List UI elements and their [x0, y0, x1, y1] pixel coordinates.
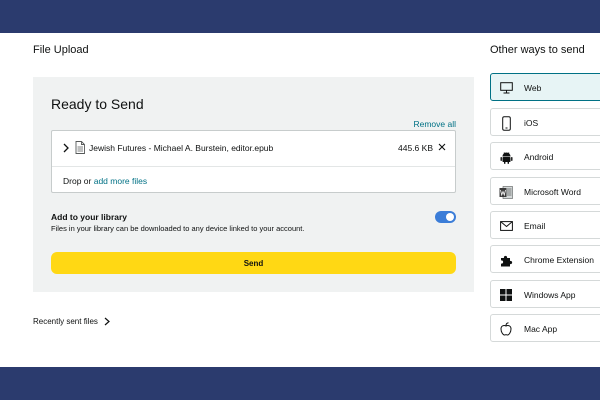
- file-name: Jewish Futures - Michael A. Burstein, ed…: [89, 143, 274, 153]
- upload-panel: Ready to Send Remove all Jewish Futures …: [33, 77, 474, 292]
- send-option-web[interactable]: Web: [490, 73, 600, 101]
- send-option-label: Android: [524, 152, 554, 162]
- android-icon: [499, 150, 513, 164]
- chevron-right-icon[interactable]: [61, 142, 71, 154]
- chevron-right-icon: [104, 317, 110, 326]
- recently-sent-files-link[interactable]: Recently sent files: [33, 317, 110, 326]
- file-list-box: Jewish Futures - Michael A. Burstein, ed…: [51, 130, 456, 193]
- send-option-microsoft-word[interactable]: Microsoft Word: [490, 177, 600, 205]
- send-option-label: Web: [524, 83, 542, 93]
- send-option-ios[interactable]: iOS: [490, 108, 600, 136]
- drop-text: Drop or: [63, 176, 92, 186]
- file-row: Jewish Futures - Michael A. Burstein, ed…: [52, 131, 455, 167]
- file-size: 445.6 KB: [398, 143, 433, 153]
- file-upload-heading: File Upload: [33, 44, 89, 56]
- other-ways-heading: Other ways to send: [490, 44, 585, 56]
- apple-icon: [499, 322, 513, 336]
- send-option-email[interactable]: Email: [490, 211, 600, 239]
- send-option-mac-app[interactable]: Mac App: [490, 314, 600, 342]
- ready-to-send-heading: Ready to Send: [51, 96, 144, 112]
- drop-zone[interactable]: Drop or add more files: [63, 176, 147, 186]
- document-icon: [75, 141, 85, 154]
- send-option-android[interactable]: Android: [490, 142, 600, 170]
- phone-icon: [499, 115, 513, 131]
- puzzle-icon: [499, 253, 513, 267]
- send-option-label: Email: [524, 221, 546, 231]
- send-option-chrome-extension[interactable]: Chrome Extension: [490, 245, 600, 273]
- send-to-kindle-page: File Upload Ready to Send Remove all Jew…: [0, 33, 600, 367]
- send-option-label: Windows App: [524, 290, 576, 300]
- close-icon[interactable]: [437, 142, 447, 152]
- send-option-windows-app[interactable]: Windows App: [490, 280, 600, 308]
- add-more-files-link[interactable]: add more files: [94, 176, 147, 186]
- email-icon: [499, 219, 513, 233]
- send-option-label: Microsoft Word: [524, 187, 581, 197]
- toggle-knob: [446, 213, 454, 221]
- recently-sent-label: Recently sent files: [33, 317, 98, 326]
- windows-icon: [499, 288, 513, 302]
- send-option-label: Mac App: [524, 324, 558, 334]
- word-icon: [499, 185, 513, 199]
- library-description: Files in your library can be downloaded …: [51, 224, 305, 233]
- send-option-label: iOS: [524, 118, 539, 128]
- monitor-icon: [499, 81, 513, 95]
- send-option-label: Chrome Extension: [524, 255, 594, 265]
- add-to-library-toggle[interactable]: [435, 211, 456, 223]
- send-button[interactable]: Send: [51, 252, 456, 274]
- add-to-library-label: Add to your library: [51, 212, 128, 222]
- remove-all-link[interactable]: Remove all: [413, 119, 456, 129]
